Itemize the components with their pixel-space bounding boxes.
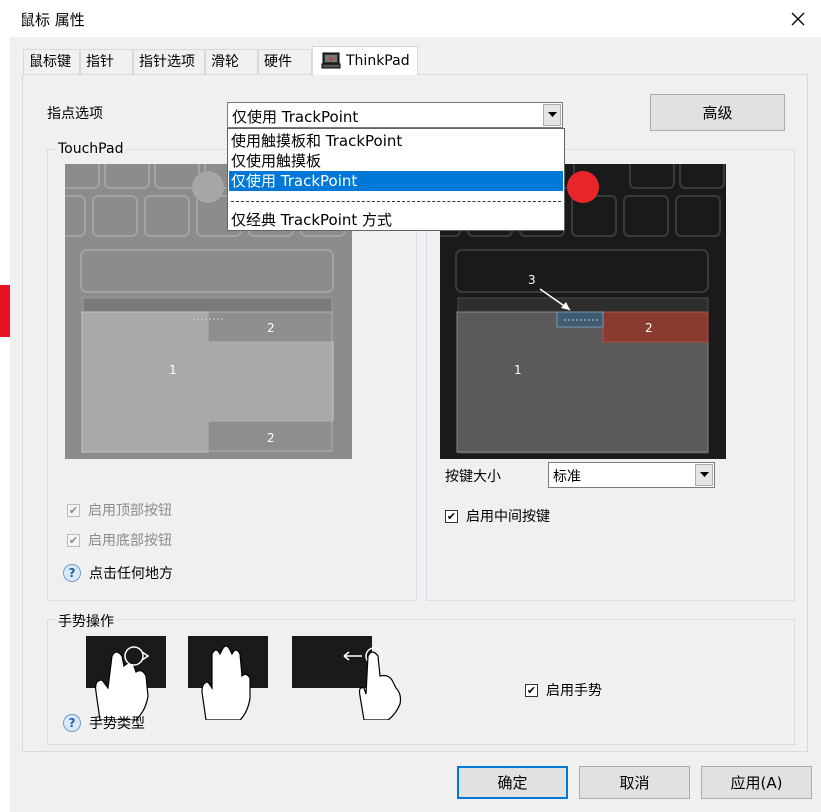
dropdown-option[interactable]: 仅经典 TrackPoint 方式 [229,210,563,230]
enable-bottom-buttons-checkbox[interactable]: ✔ 启用底部按钮 [67,530,172,550]
right-button-zone-highlight [602,311,709,343]
trackpoint-zone-2: 2 [645,321,653,335]
checkmark-icon: ✔ [67,503,80,517]
chevron-down-icon[interactable] [695,464,713,486]
dropdown-option[interactable]: 使用触摸板和 TrackPoint [229,131,563,151]
checkmark-icon: ✔ [67,533,80,547]
help-icon: ? [63,564,81,582]
click-anywhere-help-link[interactable]: ? 点击任何地方 [63,563,173,583]
title-bar: 鼠标 属性 [0,0,821,37]
touchpad-zone-2-bottom: 2 [267,431,275,445]
cancel-button[interactable]: 取消 [579,766,690,799]
click-anywhere-label: 点击任何地方 [89,566,173,582]
background-window-accent [0,285,10,337]
tab-label: 指针 [86,54,114,70]
mouse-properties-window: 鼠标 属性 鼠标键 指针 指针选项 滑轮 硬件 ThinkPad 指点选项 仅使… [0,0,821,812]
enable-top-buttons-checkbox[interactable]: ✔ 启用顶部按钮 [67,500,172,520]
trackpoint-zone-3: 3 [528,273,536,287]
tab-label: ThinkPad [346,53,410,69]
tab-label: 指针选项 [139,54,195,70]
background-window-strip [0,37,10,812]
gestures-group-label: 手势操作 [55,611,117,631]
checkmark-icon: ✔ [445,509,458,523]
ok-button[interactable]: 确定 [457,766,568,799]
enable-middle-button-label: 启用中间按键 [466,509,550,525]
gesture-three-finger-image [188,636,268,720]
tab-pointer-options[interactable]: 指针选项 [133,49,205,74]
gesture-types-label: 手势类型 [89,716,145,732]
help-icon: ? [63,714,81,732]
close-icon [791,12,805,25]
tab-thinkpad[interactable]: ThinkPad [312,46,418,75]
enable-top-buttons-label: 启用顶部按钮 [88,503,172,519]
touchpad-group-label: TouchPad [55,141,127,157]
thinkpad-icon [321,52,341,69]
enable-gestures-checkbox[interactable]: ✔ 启用手势 [525,680,602,700]
enable-bottom-buttons-label: 启用底部按钮 [88,533,172,549]
touchpad-zone-1: 1 [169,363,177,377]
tab-hardware[interactable]: 硬件 [258,49,312,74]
tab-buttons[interactable]: 鼠标键 [23,49,80,74]
close-button[interactable] [775,0,821,37]
gesture-rotate-image [86,636,166,720]
checkmark-icon: ✔ [525,683,538,697]
button-size-select[interactable]: 标准 [548,462,715,488]
enable-middle-button-checkbox[interactable]: ✔ 启用中间按键 [445,506,550,526]
enable-gestures-label: 启用手势 [546,683,602,699]
tab-wheel[interactable]: 滑轮 [205,49,258,74]
apply-button[interactable]: 应用(A) [701,766,812,799]
window-title: 鼠标 属性 [20,11,85,29]
advanced-button[interactable]: 高级 [650,94,785,131]
tab-label: 鼠标键 [29,54,71,70]
trackpoint-nub [567,171,599,203]
trackpoint-zone-1: 1 [514,363,522,377]
button-size-label: 按键大小 [445,469,501,485]
chevron-down-icon[interactable] [543,104,561,126]
pointing-option-label: 指点选项 [47,106,103,122]
tab-pointers[interactable]: 指针 [80,49,133,74]
pointing-option-value: 仅使用 TrackPoint [232,108,359,126]
touchpad-zone-2-top: 2 [267,321,275,335]
dropdown-option[interactable]: 仅使用触摸板 [229,151,563,171]
pointing-option-select[interactable]: 仅使用 TrackPoint [227,102,563,128]
dropdown-separator [231,201,561,202]
pointing-option-dropdown: 使用触摸板和 TrackPoint 仅使用触摸板 仅使用 TrackPoint … [227,128,565,231]
tab-label: 滑轮 [211,54,239,70]
gesture-types-help-link[interactable]: ? 手势类型 [63,713,145,733]
dropdown-option-selected[interactable]: 仅使用 TrackPoint [229,171,563,191]
gesture-swipe-image [292,636,402,720]
tab-label: 硬件 [264,54,292,70]
button-size-value: 标准 [553,469,581,485]
